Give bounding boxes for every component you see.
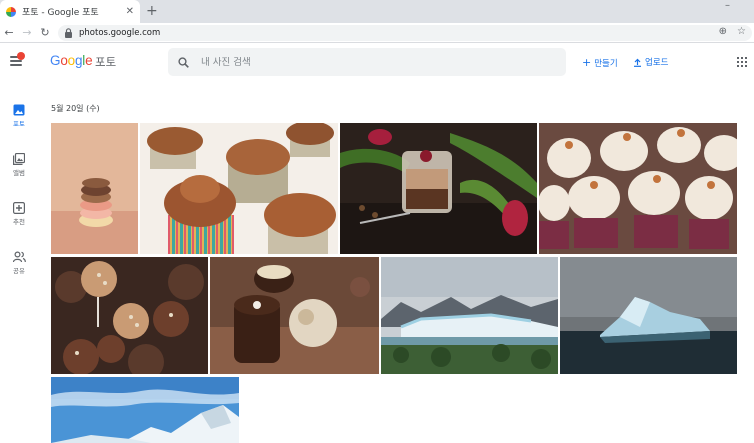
sidebar-item-albums[interactable]: 앨범: [0, 153, 38, 198]
sidebar-item-label: 추천: [13, 218, 25, 226]
glacier-image: [381, 257, 558, 374]
search-input[interactable]: [201, 56, 541, 68]
create-button[interactable]: + 만들기: [582, 56, 618, 69]
tab-title: 포토 - Google 포토: [22, 8, 99, 18]
browser-tab[interactable]: 포토 - Google 포토 ✕: [0, 0, 140, 23]
photo-icon: [13, 104, 25, 116]
chocolate-cupcakes-image: [140, 123, 338, 254]
tab-close-icon[interactable]: ✕: [126, 6, 134, 17]
forward-arrow-icon[interactable]: →: [18, 26, 36, 39]
notification-dot: [17, 52, 25, 60]
browser-tabstrip: 포토 - Google 포토 ✕ + –: [0, 0, 754, 23]
iceberg-image: [560, 257, 737, 374]
album-icon: [13, 153, 25, 165]
back-arrow-icon[interactable]: ←: [0, 26, 18, 39]
photo-thumbnail-mountain[interactable]: [51, 377, 239, 443]
product-name: 포토: [95, 55, 117, 69]
photo-thumbnail-frosted-cupcakes[interactable]: [539, 123, 737, 254]
people-icon: [12, 251, 26, 263]
create-label: 만들기: [594, 58, 618, 69]
sidebar-item-sharing[interactable]: 공유: [0, 251, 38, 296]
url-text: photos.google.com: [79, 28, 161, 38]
search-icon[interactable]: [178, 56, 189, 68]
upload-label: 업로드: [645, 58, 669, 68]
google-apps-icon[interactable]: [737, 57, 747, 67]
upload-button[interactable]: 업로드: [633, 56, 668, 68]
date-group-heading: 5월 20일 (수): [51, 104, 100, 113]
photo-thumbnail-truffles[interactable]: [210, 257, 379, 374]
photo-thumbnail-cupcakes[interactable]: [140, 123, 338, 254]
sidebar-item-label: 앨범: [13, 169, 25, 177]
macarons-image: [51, 123, 138, 254]
cream-cupcakes-image: [539, 123, 737, 254]
google-logo[interactable]: Google: [50, 53, 93, 68]
install-app-icon[interactable]: ⊕: [719, 26, 727, 37]
photo-thumbnail-glacier[interactable]: [381, 257, 558, 374]
chocolate-truffles-image: [210, 257, 379, 374]
lock-icon: [65, 28, 72, 38]
app-header: Google 포토 + 만들기 업로드: [0, 44, 754, 80]
photo-thumbnail-macarons[interactable]: [51, 123, 138, 254]
recommend-icon: [13, 202, 25, 214]
photo-thumbnail-cake-pops[interactable]: [51, 257, 208, 374]
sidebar: 포토 앨범 추천 공유: [0, 100, 38, 296]
google-photos-favicon-icon: [6, 6, 16, 17]
chocolate-mousse-image: [340, 123, 537, 254]
sidebar-item-label: 공유: [13, 267, 25, 275]
upload-icon: [634, 58, 641, 67]
plus-icon: +: [582, 56, 592, 69]
photo-thumbnail-mousse[interactable]: [340, 123, 537, 254]
new-tab-button[interactable]: +: [146, 3, 158, 19]
address-bar[interactable]: photos.google.com ⊕ ☆: [58, 25, 752, 41]
sidebar-item-recommended[interactable]: 추천: [0, 202, 38, 247]
sidebar-item-label: 포토: [13, 120, 25, 128]
search-bar[interactable]: [168, 48, 566, 76]
sidebar-item-photos[interactable]: 포토: [0, 104, 38, 149]
browser-toolbar: ← → ↻ photos.google.com ⊕ ☆: [0, 23, 754, 43]
snowy-mountain-image: [51, 377, 239, 443]
reload-icon[interactable]: ↻: [36, 26, 54, 39]
photo-thumbnail-iceberg[interactable]: [560, 257, 737, 374]
window-minimize-button[interactable]: –: [725, 0, 730, 11]
cake-pops-image: [51, 257, 208, 374]
bookmark-star-icon[interactable]: ☆: [737, 26, 746, 37]
